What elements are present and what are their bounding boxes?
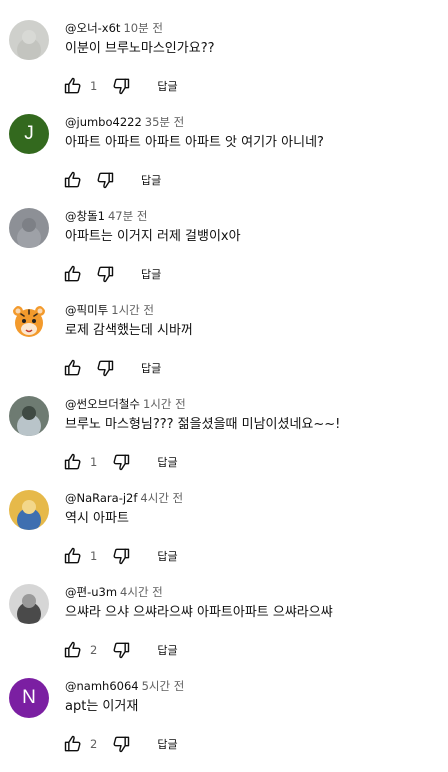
avatar[interactable]: [9, 20, 49, 60]
author-name[interactable]: @오너-x6t: [65, 21, 120, 35]
comment-text: 로제 감색했는데 시바꺼: [65, 323, 193, 338]
comment-text: apt는 이거재: [65, 699, 139, 714]
timestamp[interactable]: 35분 전: [145, 115, 184, 129]
comment: J @jumbo4222 35분 전아파트 아파트 아파트 아파트 앗 여기가 아니…: [0, 114, 448, 208]
like-icon[interactable]: [62, 545, 84, 567]
timestamp[interactable]: 10분 전: [123, 21, 162, 35]
timestamp[interactable]: 1시간 전: [143, 397, 186, 411]
like-icon[interactable]: [62, 357, 84, 379]
comment-header: @NaRara-j2f 4시간 전: [65, 490, 183, 506]
dislike-icon[interactable]: [110, 733, 132, 755]
timestamp[interactable]: 4시간 전: [120, 585, 163, 599]
like-count: 2: [90, 643, 98, 657]
author-name[interactable]: @편-u3m: [65, 585, 117, 599]
comment: N @namh6064 5시간 전 apt는 이거재 2 답글: [0, 678, 448, 772]
comment: @창돌1 47분 전아파트는 이거지 러제 걸뱅이x아답글: [0, 208, 448, 302]
avatar[interactable]: [9, 208, 49, 248]
comment: @픽미투 1시간 전로제 감색했는데 시바꺼답글: [0, 302, 448, 396]
comment: @오너-x6t 10분 전이분이 브루노마스인가요?? 1 답글: [0, 20, 448, 114]
comment-header: @픽미투 1시간 전: [65, 302, 154, 318]
like-count: 1: [90, 79, 98, 93]
like-icon[interactable]: [62, 75, 84, 97]
reply-button[interactable]: 답글: [157, 548, 177, 564]
comment-actions: 1 답글: [62, 74, 178, 98]
author-name[interactable]: @NaRara-j2f: [65, 491, 137, 505]
reply-button[interactable]: 답글: [157, 736, 177, 752]
avatar[interactable]: J: [9, 114, 49, 154]
avatar[interactable]: N: [9, 678, 49, 718]
timestamp[interactable]: 5시간 전: [142, 679, 185, 693]
reply-button[interactable]: 답글: [157, 454, 177, 470]
dislike-icon[interactable]: [94, 169, 116, 191]
avatar[interactable]: [9, 490, 49, 530]
like-count: 1: [90, 549, 98, 563]
timestamp[interactable]: 47분 전: [108, 209, 147, 223]
comment-actions: 2 답글: [62, 638, 178, 662]
avatar[interactable]: [9, 584, 49, 624]
comment-actions: 답글: [62, 168, 161, 192]
avatar-letter: N: [22, 687, 36, 708]
dislike-icon[interactable]: [110, 639, 132, 661]
comment-header: @썬오브더철수 1시간 전: [65, 396, 186, 412]
comment-text: 브루노 마스형님??? 젊을셨을때 미남이셨네요~~!: [65, 417, 341, 432]
avatar[interactable]: [9, 396, 49, 436]
reply-button[interactable]: 답글: [141, 266, 161, 282]
avatar[interactable]: [9, 302, 49, 342]
comment-actions: 1 답글: [62, 544, 178, 568]
dislike-icon[interactable]: [94, 357, 116, 379]
reply-button[interactable]: 답글: [157, 78, 177, 94]
dislike-icon[interactable]: [110, 451, 132, 473]
author-name[interactable]: @픽미투: [65, 303, 108, 317]
like-icon[interactable]: [62, 263, 84, 285]
comment-actions: 답글: [62, 262, 161, 286]
comment: @썬오브더철수 1시간 전브루노 마스형님??? 젊을셨을때 미남이셨네요~~! 1…: [0, 396, 448, 490]
author-name[interactable]: @썬오브더철수: [65, 397, 140, 411]
timestamp[interactable]: 1시간 전: [111, 303, 154, 317]
author-name[interactable]: @창돌1: [65, 209, 105, 223]
comment-text: 이분이 브루노마스인가요??: [65, 41, 215, 56]
like-icon[interactable]: [62, 169, 84, 191]
comment-text: 으쌰라 으샤 으쌰라으쌰 아파트아파트 으쌰라으쌰: [65, 605, 333, 620]
comment-actions: 1 답글: [62, 450, 178, 474]
dislike-icon[interactable]: [110, 545, 132, 567]
comment-actions: 2 답글: [62, 732, 178, 756]
reply-button[interactable]: 답글: [157, 642, 177, 658]
comment-header: @namh6064 5시간 전: [65, 678, 184, 694]
comment: @편-u3m 4시간 전으쌰라 으샤 으쌰라으쌰 아파트아파트 으쌰라으쌰 2 답글: [0, 584, 448, 678]
comment: @NaRara-j2f 4시간 전역시 아파트 1 답글: [0, 490, 448, 584]
avatar-letter: J: [24, 123, 34, 144]
comment-header: @창돌1 47분 전: [65, 208, 147, 224]
like-count: 1: [90, 455, 98, 469]
reply-button[interactable]: 답글: [141, 172, 161, 188]
comment-header: @jumbo4222 35분 전: [65, 114, 184, 130]
comment-text: 역시 아파트: [65, 511, 129, 526]
like-icon[interactable]: [62, 639, 84, 661]
timestamp[interactable]: 4시간 전: [140, 491, 183, 505]
comment-text: 아파트는 이거지 러제 걸뱅이x아: [65, 229, 241, 244]
like-icon[interactable]: [62, 451, 84, 473]
dislike-icon[interactable]: [94, 263, 116, 285]
author-name[interactable]: @namh6064: [65, 679, 139, 693]
comment-header: @오너-x6t 10분 전: [65, 20, 163, 36]
like-icon[interactable]: [62, 733, 84, 755]
author-name[interactable]: @jumbo4222: [65, 115, 142, 129]
dislike-icon[interactable]: [110, 75, 132, 97]
comment-text: 아파트 아파트 아파트 아파트 앗 여기가 아니네?: [65, 135, 324, 150]
reply-button[interactable]: 답글: [141, 360, 161, 376]
comment-header: @편-u3m 4시간 전: [65, 584, 163, 600]
comment-actions: 답글: [62, 356, 161, 380]
like-count: 2: [90, 737, 98, 751]
